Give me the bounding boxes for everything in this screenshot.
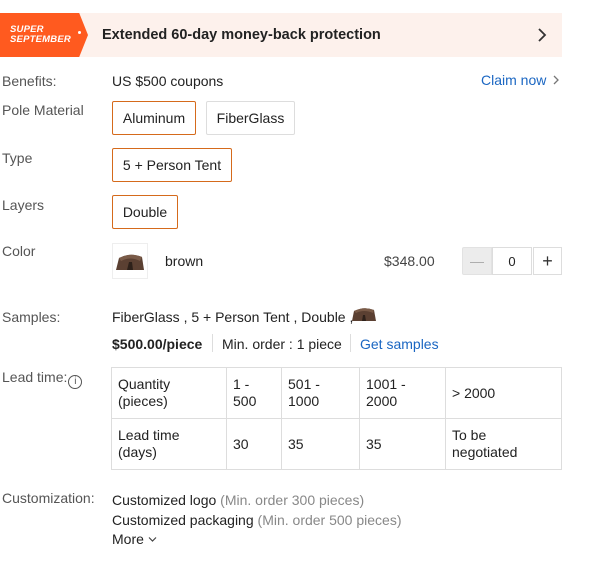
table-cell: 1 - 500 (226, 367, 282, 419)
color-name: brown (165, 253, 204, 269)
customization-item: Customized packaging (Min. order 500 pie… (112, 512, 401, 528)
customization-name: Customized packaging (112, 512, 254, 528)
option-aluminum[interactable]: Aluminum (112, 101, 196, 135)
benefits-label: Benefits: (2, 73, 57, 89)
customization-name: Customized logo (112, 492, 217, 508)
option-fiberglass[interactable]: FiberGlass (206, 101, 295, 135)
tent-thumbnail-icon (116, 254, 144, 270)
table-cell: 1001 - 2000 (359, 367, 446, 419)
color-price: $348.00 (384, 253, 435, 269)
info-icon[interactable]: i (68, 375, 83, 389)
chevron-down-icon (148, 536, 157, 542)
samples-label: Samples: (2, 309, 61, 325)
claim-now-label: Claim now (481, 72, 547, 88)
promo-banner[interactable]: SUPER SEPTEMBER Extended 60-day money-ba… (0, 13, 562, 57)
lead-time-text: Lead time: (2, 369, 68, 385)
pole-material-label: Pole Material (2, 102, 84, 118)
color-label: Color (2, 243, 36, 259)
benefits-value: US $500 coupons (112, 73, 224, 89)
table-cell: 35 (281, 418, 360, 470)
quantity-input[interactable]: 0 (492, 247, 532, 275)
samples-spec: FiberGlass , 5 + Person Tent , Double , (112, 309, 354, 325)
table-cell: Lead time (days) (111, 418, 227, 470)
banner-text: Extended 60-day money-back protection (102, 27, 381, 43)
table-cell: 501 - 1000 (281, 367, 360, 419)
chevron-right-icon[interactable] (534, 27, 550, 43)
quantity-increment-button[interactable]: + (533, 247, 562, 275)
option-double[interactable]: Double (112, 195, 178, 229)
option-5-person-tent[interactable]: 5 + Person Tent (112, 148, 232, 182)
sample-price: $500.00/piece (112, 336, 203, 352)
type-label: Type (2, 150, 33, 166)
get-samples-link[interactable]: Get samples (360, 336, 439, 352)
table-cell: 35 (359, 418, 446, 470)
quantity-decrement-button[interactable]: — (462, 247, 492, 275)
table-cell: Quantity (pieces) (111, 367, 227, 419)
chevron-right-icon (553, 75, 560, 85)
table-cell: 30 (226, 418, 282, 470)
table-cell: To be negotiated (445, 418, 562, 470)
super-september-badge: SUPER SEPTEMBER (0, 13, 88, 57)
layers-label: Layers (2, 197, 45, 213)
customization-item: Customized logo (Min. order 300 pieces) (112, 492, 364, 508)
badge-line2: SEPTEMBER (10, 34, 71, 45)
customization-note: (Min. order 300 pieces) (220, 492, 365, 508)
tent-thumbnail-icon (352, 308, 376, 321)
more-button[interactable]: More (112, 531, 157, 547)
claim-now-link[interactable]: Claim now (481, 72, 560, 88)
table-cell: > 2000 (445, 367, 562, 419)
table-row: Lead time (days) 30 35 35 To be negotiat… (111, 418, 562, 470)
customization-note: (Min. order 500 pieces) (257, 512, 402, 528)
customization-label: Customization: (2, 490, 95, 506)
color-swatch-brown[interactable] (112, 243, 148, 279)
lead-time-table: Quantity (pieces) 1 - 500 501 - 1000 100… (111, 367, 562, 470)
sample-min-order: Min. order : 1 piece (222, 336, 342, 352)
more-label: More (112, 531, 144, 547)
lead-time-label: Lead time: i (2, 369, 83, 389)
table-row: Quantity (pieces) 1 - 500 501 - 1000 100… (111, 367, 562, 419)
